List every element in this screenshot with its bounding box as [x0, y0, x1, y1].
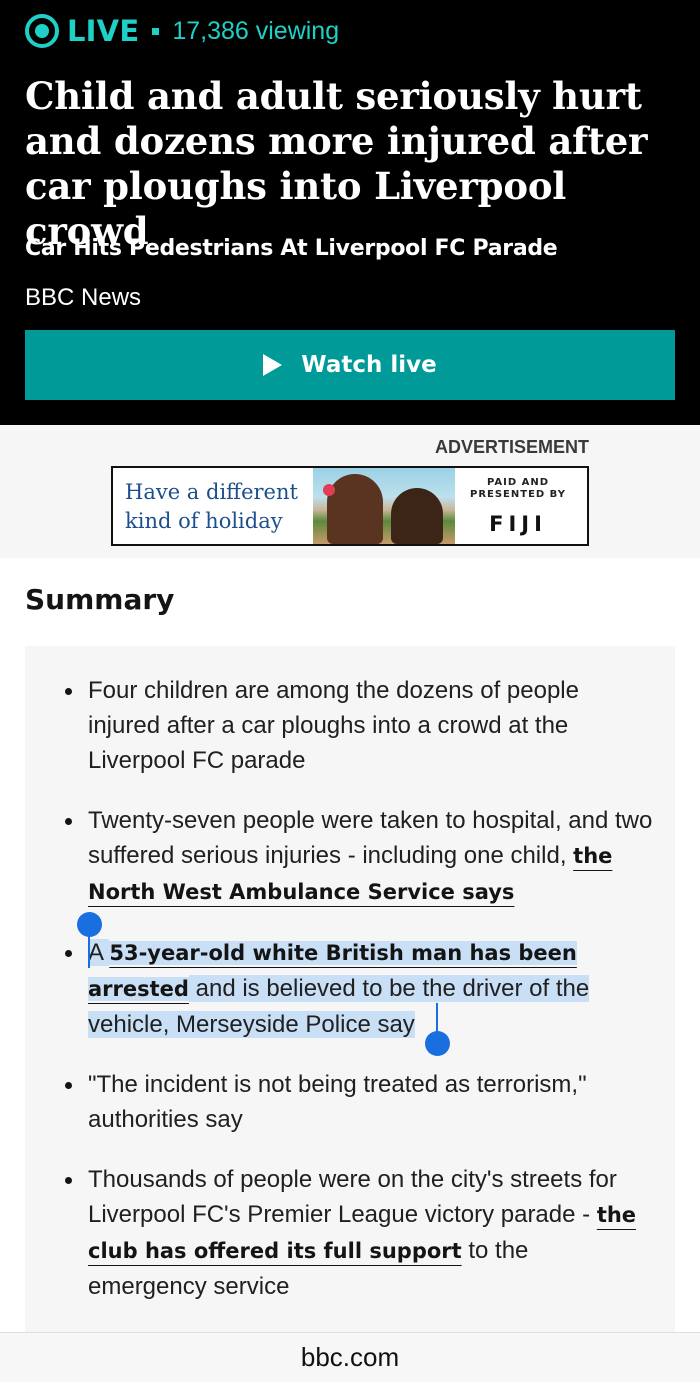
- summary-item-text: Thousands of people were on the city's s…: [88, 1166, 617, 1228]
- watch-live-label: Watch live: [301, 352, 437, 378]
- selection-start-caret: [88, 930, 90, 968]
- summary-list: Four children are among the dozens of pe…: [25, 673, 675, 1329]
- summary-item-selected: A 53-year-old white British man has been…: [25, 935, 675, 1042]
- summary-item-text: A: [88, 939, 110, 966]
- ad-tagline-line1: Have a different: [125, 480, 298, 504]
- summary-section: Summary Four children are among the doze…: [0, 558, 700, 1346]
- ad-photo-person: [391, 488, 443, 544]
- ad-banner[interactable]: Have a different kind of holiday PAID AN…: [111, 466, 589, 546]
- summary-item-text: Twenty-seven people were taken to hospit…: [88, 807, 653, 869]
- live-indicator: LIVE 17,386 viewing: [25, 12, 339, 50]
- ad-sponsor-note: PAID AND PRESENTED BY: [463, 477, 573, 501]
- summary-item: "The incident is not being treated as te…: [25, 1067, 675, 1137]
- summary-item: Four children are among the dozens of pe…: [25, 673, 675, 778]
- advertisement-section: ADVERTISEMENT Have a different kind of h…: [0, 425, 700, 558]
- ad-photo-flower: [323, 484, 335, 496]
- watch-live-button[interactable]: Watch live: [25, 330, 675, 400]
- summary-item: Thousands of people were on the city's s…: [25, 1162, 675, 1304]
- separator-dot: [152, 27, 160, 35]
- stream-source: BBC News: [25, 284, 142, 311]
- summary-item-text: Four children are among the dozens of pe…: [88, 677, 579, 774]
- ad-sponsor-line1: PAID AND: [486, 477, 550, 488]
- ad-sponsor-line2: PRESENTED BY: [469, 489, 566, 500]
- selection-end-handle[interactable]: [425, 1031, 450, 1056]
- advertisement-label: ADVERTISEMENT: [434, 437, 589, 457]
- url-text: bbc.com: [300, 1342, 400, 1372]
- live-label: LIVE: [67, 14, 140, 48]
- viewer-count: 17,386 viewing: [172, 16, 340, 45]
- ad-photo-person: [327, 474, 383, 544]
- browser-url-bar[interactable]: bbc.com: [0, 1332, 700, 1382]
- live-icon: [25, 14, 59, 48]
- ad-photo: [313, 468, 455, 544]
- stream-title: Car Hits Pedestrians At Liverpool FC Par…: [25, 236, 558, 261]
- summary-title: Summary: [25, 583, 175, 616]
- ad-tagline: Have a different kind of holiday: [125, 478, 298, 536]
- ad-brand-logo: FIJI: [489, 512, 547, 536]
- ad-tagline-line2: kind of holiday: [125, 509, 283, 533]
- summary-item: Twenty-seven people were taken to hospit…: [25, 803, 675, 910]
- play-icon: [263, 354, 283, 376]
- live-header: LIVE 17,386 viewing Child and adult seri…: [0, 0, 700, 425]
- summary-box: Four children are among the dozens of pe…: [25, 646, 675, 1346]
- summary-item-text: "The incident is not being treated as te…: [88, 1071, 587, 1133]
- headline: Child and adult seriously hurt and dozen…: [25, 74, 648, 253]
